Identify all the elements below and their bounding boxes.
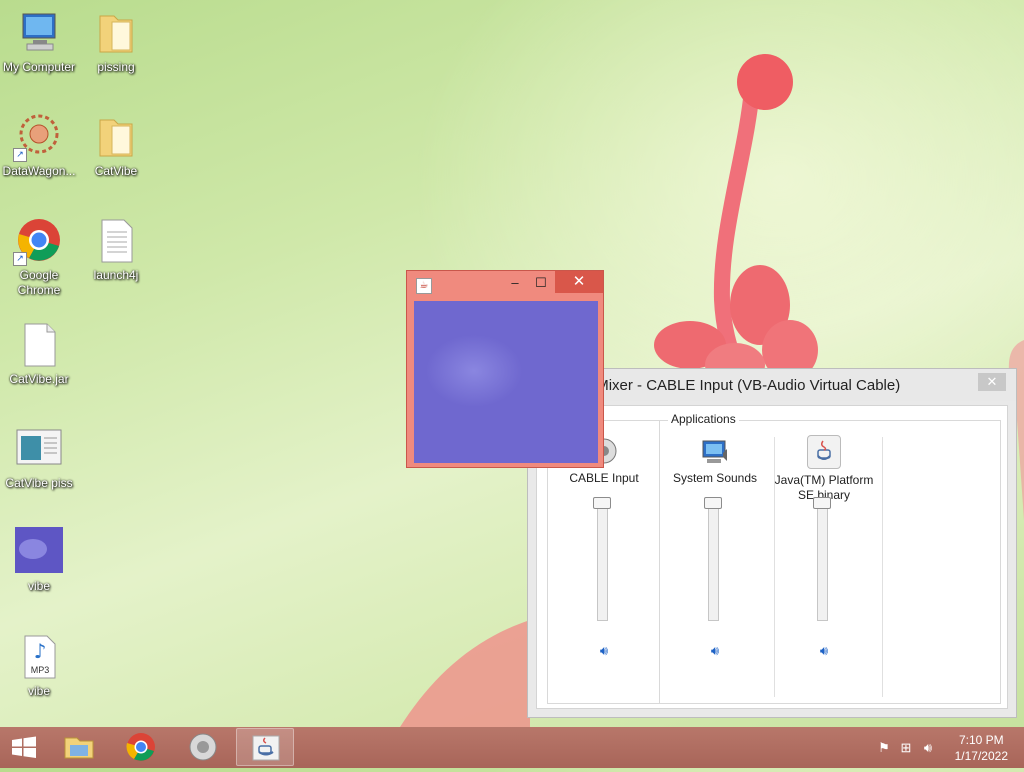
shortcut-arrow-icon: ↗ bbox=[13, 148, 27, 162]
minimize-button[interactable]: – bbox=[505, 273, 525, 293]
taskbar-java[interactable] bbox=[236, 728, 294, 766]
folder-icon bbox=[92, 8, 140, 56]
desktop-icon-label: DataWagon... bbox=[2, 164, 76, 178]
volume-icon[interactable]: 🔊︎ bbox=[920, 740, 936, 756]
desktop-icon-catvibe-piss[interactable]: CatVibe piss bbox=[0, 424, 78, 491]
device-volume-slider[interactable] bbox=[593, 497, 611, 621]
screenshot-icon bbox=[15, 424, 63, 472]
slider-thumb[interactable] bbox=[704, 497, 722, 509]
desktop-icon-google-chrome[interactable]: ↗ Google Chrome bbox=[0, 216, 78, 298]
clock[interactable]: 7:10 PM 1/17/2022 bbox=[955, 732, 1008, 764]
desktop-icon-label: Google Chrome bbox=[17, 268, 61, 297]
taskbar-chrome[interactable] bbox=[112, 728, 170, 766]
desktop-icon-catvibe-jar[interactable]: CatVibe.jar bbox=[0, 320, 78, 387]
svg-text:♪: ♪ bbox=[34, 639, 47, 663]
desktop-icon-pissing[interactable]: pissing bbox=[77, 8, 155, 75]
action-center-flag-icon[interactable]: ⚑ bbox=[876, 740, 892, 756]
computer-icon bbox=[15, 8, 63, 56]
mixer-close-button[interactable]: ✕ bbox=[978, 373, 1006, 391]
java-icon bbox=[807, 435, 841, 469]
taskbar-speaker-app[interactable] bbox=[174, 728, 232, 766]
video-thumbnail-icon bbox=[15, 527, 63, 575]
taskbar-file-explorer[interactable] bbox=[50, 728, 108, 766]
chrome-icon: ↗ bbox=[13, 216, 63, 266]
folder-icon bbox=[92, 112, 140, 160]
desktop-icon-launch4j[interactable]: launch4j bbox=[77, 216, 155, 283]
svg-text:MP3: MP3 bbox=[31, 665, 50, 675]
speaker-icon bbox=[189, 733, 217, 761]
desktop-icon-label: pissing bbox=[97, 60, 135, 74]
file-icon bbox=[15, 320, 63, 368]
java-video-window[interactable]: ☕︎ – ☐ ✕ bbox=[406, 270, 604, 468]
video-titlebar[interactable]: ☕︎ – ☐ ✕ bbox=[407, 271, 603, 299]
slider-thumb[interactable] bbox=[593, 497, 611, 509]
clock-time: 7:10 PM bbox=[958, 733, 1004, 747]
app-channel-system-sounds: System Sounds 🔊︎ bbox=[660, 421, 770, 658]
slider-thumb[interactable] bbox=[813, 497, 831, 509]
java-volume-slider[interactable] bbox=[813, 497, 831, 621]
text-file-icon bbox=[92, 216, 140, 264]
desktop-icon-label: CatVibe bbox=[94, 164, 138, 178]
mp3-file-icon: ♪ MP3 bbox=[15, 632, 63, 680]
java-icon bbox=[252, 735, 280, 761]
speaker-mute-icon[interactable]: 🔊︎ bbox=[707, 643, 723, 658]
desktop-icon-datawagon[interactable]: ↗ DataWagon... bbox=[0, 112, 78, 179]
windows-logo-icon bbox=[12, 736, 36, 758]
speaker-mute-icon[interactable]: 🔊︎ bbox=[596, 643, 612, 658]
desktop-icon-label: vibe bbox=[27, 579, 50, 593]
network-icon[interactable]: ⊞ bbox=[898, 740, 914, 756]
shortcut-arrow-icon: ↗ bbox=[13, 252, 27, 266]
desktop-icon-catvibe-folder[interactable]: CatVibe bbox=[77, 112, 155, 179]
desktop-icon-vibe-video[interactable]: vibe bbox=[0, 527, 78, 594]
clock-date: 1/17/2022 bbox=[954, 749, 1008, 763]
taskbar: ⚑ ⊞ 🔊︎ 7:10 PM 1/17/2022 bbox=[0, 727, 1024, 768]
desktop-icon-label: vibe bbox=[27, 684, 50, 698]
desktop-icon-my-computer[interactable]: My Computer bbox=[0, 8, 78, 75]
chrome-icon bbox=[126, 733, 155, 761]
file-explorer-icon bbox=[64, 737, 94, 759]
mixer-panel: CABLE Input 🔊︎ Applications System Sound… bbox=[536, 405, 1008, 709]
device-label: CABLE Input bbox=[569, 471, 639, 485]
desktop-icon-label: My Computer bbox=[2, 60, 76, 74]
app-label: System Sounds bbox=[672, 471, 758, 485]
video-view bbox=[414, 301, 598, 463]
system-sounds-icon bbox=[699, 435, 731, 467]
desktop-icon-label: CatVibe piss bbox=[5, 476, 73, 490]
channel-divider bbox=[882, 437, 883, 697]
system-sounds-volume-slider[interactable] bbox=[704, 497, 722, 621]
app-channel-java: Java(TM) Platform SE binary 🔊︎ bbox=[772, 421, 876, 658]
start-button[interactable] bbox=[0, 728, 48, 766]
video-close-button[interactable]: ✕ bbox=[555, 271, 603, 293]
desktop-icon-vibe-mp3[interactable]: ♪ MP3 vibe bbox=[0, 632, 78, 699]
datawagon-icon: ↗ bbox=[13, 112, 63, 162]
applications-group: Applications System Sounds 🔊︎ Java(TM) P… bbox=[659, 412, 1001, 704]
maximize-button[interactable]: ☐ bbox=[531, 273, 551, 293]
speaker-mute-icon[interactable]: 🔊︎ bbox=[816, 643, 832, 658]
java-app-icon: ☕︎ bbox=[416, 278, 432, 294]
desktop-icon-label: launch4j bbox=[93, 268, 139, 282]
desktop-icon-label: CatVibe.jar bbox=[9, 372, 69, 386]
